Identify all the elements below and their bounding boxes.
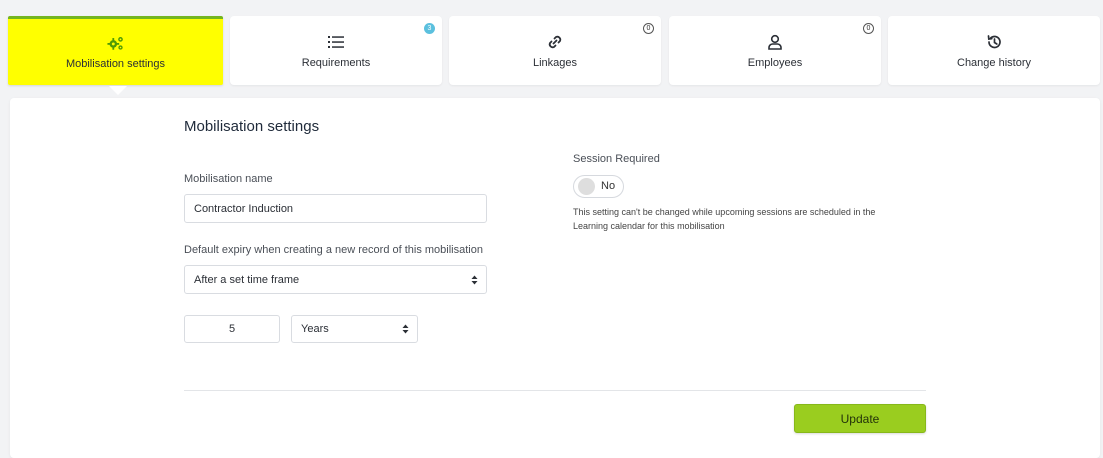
- tab-label: Linkages: [532, 56, 578, 69]
- tab-label: Mobilisation settings: [65, 58, 166, 70]
- requirements-count-badge: 3: [424, 23, 435, 34]
- select-arrows-icon: [402, 324, 409, 334]
- list-icon: [327, 33, 345, 51]
- duration-unit-select[interactable]: Years: [291, 315, 418, 343]
- toggle-knob: [578, 178, 595, 195]
- link-icon: [546, 33, 564, 51]
- employees-count-badge: 0: [863, 23, 874, 34]
- default-expiry-value: After a set time frame: [194, 273, 300, 286]
- duration-unit-value: Years: [301, 323, 329, 335]
- settings-panel: [10, 98, 1100, 458]
- tab-label: Requirements: [301, 56, 371, 69]
- session-required-label: Session Required: [573, 153, 660, 165]
- tab-label: Employees: [747, 56, 803, 69]
- session-note: This setting can't be changed while upco…: [573, 207, 876, 231]
- duration-input[interactable]: 5: [184, 315, 280, 343]
- tab-change-history[interactable]: Change history: [888, 16, 1100, 85]
- user-icon: [766, 33, 784, 51]
- tab-bar: Mobilisation settings 3 Requirements 0 L…: [8, 16, 1103, 86]
- tab-requirements[interactable]: 3 Requirements: [230, 16, 442, 85]
- default-expiry-select[interactable]: After a set time frame: [184, 265, 487, 294]
- tab-linkages[interactable]: 0 Linkages: [449, 16, 661, 85]
- history-icon: [985, 33, 1003, 51]
- mobilisation-name-input[interactable]: Contractor Induction: [184, 194, 487, 223]
- tab-label: Change history: [957, 56, 1031, 69]
- default-expiry-label: Default expiry when creating a new recor…: [184, 244, 483, 256]
- divider: [184, 390, 926, 391]
- select-arrows-icon: [471, 275, 478, 284]
- update-button[interactable]: Update: [794, 404, 926, 433]
- toggle-state-text: No: [601, 180, 616, 192]
- linkages-count-badge: 0: [643, 23, 654, 34]
- active-tab-pointer: [109, 86, 127, 95]
- tab-mobilisation-settings[interactable]: Mobilisation settings: [8, 16, 223, 85]
- mobilisation-name-label: Mobilisation name: [184, 173, 273, 185]
- gears-icon: [106, 34, 125, 52]
- tab-employees[interactable]: 0 Employees: [669, 16, 881, 85]
- page-title: Mobilisation settings: [184, 118, 320, 135]
- session-required-toggle[interactable]: No: [573, 175, 624, 198]
